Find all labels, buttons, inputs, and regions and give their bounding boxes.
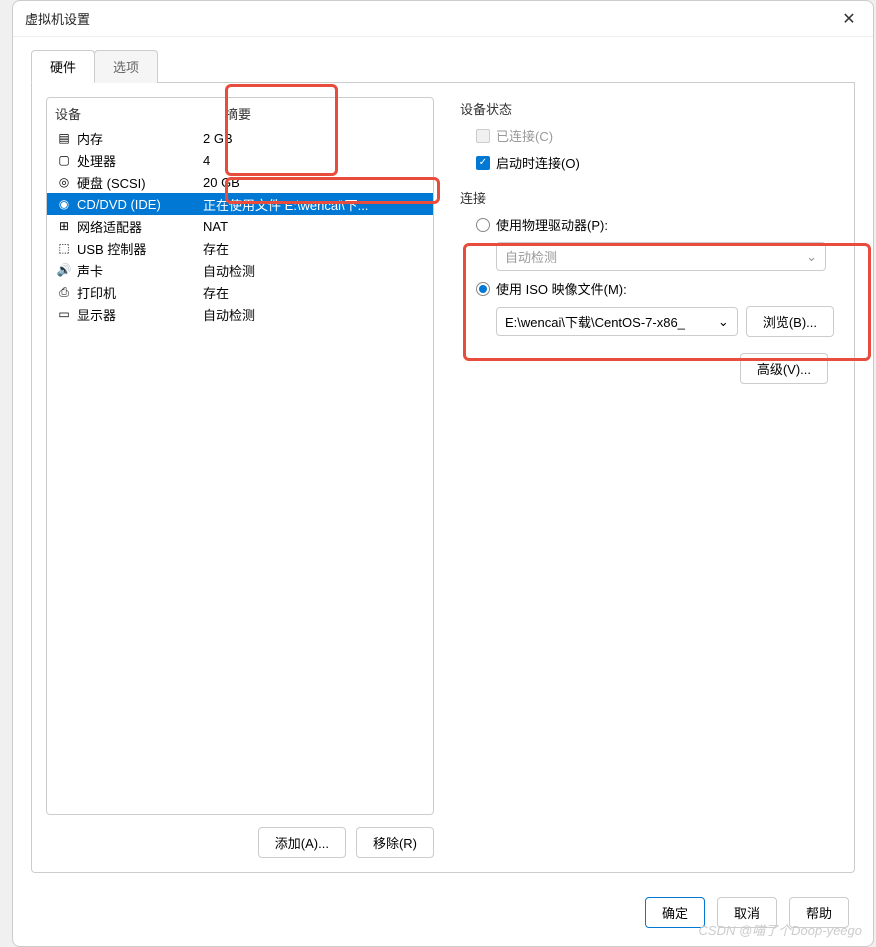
tab-content: 设备 摘要 ▤ 内存 2 GB ▢ 处理器 4 ◎ 硬盘 (SCSI) 20 GB (31, 83, 855, 873)
device-summary: 存在 (203, 239, 425, 258)
tab-options[interactable]: 选项 (94, 50, 158, 83)
device-status-title: 设备状态 (460, 99, 834, 118)
physical-drive-value: 自动检测 (505, 247, 557, 266)
close-icon[interactable]: ✕ (837, 7, 861, 31)
chevron-down-icon: ⌄ (718, 314, 729, 330)
device-row-display[interactable]: ▭ 显示器 自动检测 (47, 303, 433, 325)
device-label: USB 控制器 (77, 239, 146, 258)
advanced-row: 高级(V)... (460, 353, 834, 384)
use-physical-radio[interactable] (476, 218, 490, 232)
use-iso-label: 使用 ISO 映像文件(M): (496, 279, 627, 298)
device-label: 处理器 (77, 151, 116, 170)
device-summary: 20 GB (203, 175, 425, 190)
device-summary: NAT (203, 219, 425, 234)
device-row-memory[interactable]: ▤ 内存 2 GB (47, 127, 433, 149)
device-summary: 2 GB (203, 131, 425, 146)
processor-icon: ▢ (55, 153, 73, 167)
iso-path-select[interactable]: E:\wencai\下载\CentOS-7-x86_ ⌄ (496, 307, 738, 336)
device-label: 网络适配器 (77, 217, 142, 236)
browse-button[interactable]: 浏览(B)... (746, 306, 834, 337)
use-iso-radio[interactable] (476, 282, 490, 296)
device-summary: 自动检测 (203, 261, 425, 280)
device-row-network[interactable]: ⊞ 网络适配器 NAT (47, 215, 433, 237)
advanced-button[interactable]: 高级(V)... (740, 353, 828, 384)
connect-poweron-checkbox[interactable]: ✓ (476, 156, 490, 170)
device-row-usb[interactable]: ⬚ USB 控制器 存在 (47, 237, 433, 259)
device-row-processor[interactable]: ▢ 处理器 4 (47, 149, 433, 171)
device-summary: 正在使用文件 E:\wencai\下... (203, 195, 425, 214)
printer-icon: ⎙ (55, 285, 73, 300)
display-icon: ▭ (55, 307, 73, 321)
device-summary: 存在 (203, 283, 425, 302)
window-title: 虚拟机设置 (25, 9, 90, 28)
harddisk-icon: ◎ (55, 175, 73, 189)
connected-checkbox-row: 已连接(C) (476, 126, 834, 145)
tabs: 硬件 选项 (31, 49, 855, 83)
device-label: CD/DVD (IDE) (77, 197, 161, 212)
connect-poweron-label: 启动时连接(O) (496, 153, 580, 172)
device-list-header: 设备 摘要 (47, 98, 433, 127)
device-label: 显示器 (77, 305, 116, 324)
device-summary: 4 (203, 153, 425, 168)
use-physical-row[interactable]: 使用物理驱动器(P): (476, 215, 834, 234)
vm-settings-window: 虚拟机设置 ✕ 硬件 选项 设备 摘要 ▤ 内存 2 GB (12, 0, 874, 947)
chevron-down-icon: ⌄ (806, 249, 817, 265)
iso-path-row: E:\wencai\下载\CentOS-7-x86_ ⌄ 浏览(B)... (496, 306, 834, 337)
content-area: 硬件 选项 设备 摘要 ▤ 内存 2 GB ▢ 处理器 4 (13, 37, 873, 883)
device-row-printer[interactable]: ⎙ 打印机 存在 (47, 281, 433, 303)
network-icon: ⊞ (55, 219, 73, 233)
device-actions: 添加(A)... 移除(R) (46, 827, 434, 858)
use-physical-label: 使用物理驱动器(P): (496, 215, 608, 234)
tab-hardware[interactable]: 硬件 (31, 50, 95, 83)
header-device: 设备 (55, 104, 225, 123)
sound-icon: 🔊 (55, 263, 73, 277)
connected-label: 已连接(C) (496, 126, 553, 145)
titlebar: 虚拟机设置 ✕ (13, 1, 873, 37)
device-row-cddvd[interactable]: ◉ CD/DVD (IDE) 正在使用文件 E:\wencai\下... (47, 193, 433, 215)
watermark: CSDN @喵了个Doop-yeego (699, 920, 862, 939)
right-pane: 设备状态 已连接(C) ✓ 启动时连接(O) 连接 (454, 97, 840, 858)
device-row-sound[interactable]: 🔊 声卡 自动检测 (47, 259, 433, 281)
iso-path-value: E:\wencai\下载\CentOS-7-x86_ (505, 312, 685, 331)
device-label: 声卡 (77, 261, 103, 280)
device-label: 打印机 (77, 283, 116, 302)
device-label: 内存 (77, 129, 103, 148)
use-iso-row[interactable]: 使用 ISO 映像文件(M): (476, 279, 834, 298)
left-pane: 设备 摘要 ▤ 内存 2 GB ▢ 处理器 4 ◎ 硬盘 (SCSI) 20 GB (46, 97, 434, 858)
header-summary: 摘要 (225, 104, 251, 123)
device-status-group: 设备状态 已连接(C) ✓ 启动时连接(O) (460, 99, 834, 172)
device-list: 设备 摘要 ▤ 内存 2 GB ▢ 处理器 4 ◎ 硬盘 (SCSI) 20 GB (46, 97, 434, 815)
device-summary: 自动检测 (203, 305, 425, 324)
connection-title: 连接 (460, 188, 834, 207)
usb-icon: ⬚ (55, 241, 73, 255)
remove-button[interactable]: 移除(R) (356, 827, 434, 858)
cddvd-icon: ◉ (55, 197, 73, 211)
connect-poweron-row: ✓ 启动时连接(O) (476, 153, 834, 172)
connection-group: 连接 使用物理驱动器(P): 自动检测 ⌄ 使用 ISO 映像文件(M): (460, 188, 834, 337)
device-row-harddisk[interactable]: ◎ 硬盘 (SCSI) 20 GB (47, 171, 433, 193)
add-button[interactable]: 添加(A)... (258, 827, 346, 858)
physical-drive-select: 自动检测 ⌄ (496, 242, 826, 271)
device-label: 硬盘 (SCSI) (77, 173, 146, 192)
connected-checkbox[interactable] (476, 129, 490, 143)
memory-icon: ▤ (55, 131, 73, 145)
ok-button[interactable]: 确定 (645, 897, 705, 928)
